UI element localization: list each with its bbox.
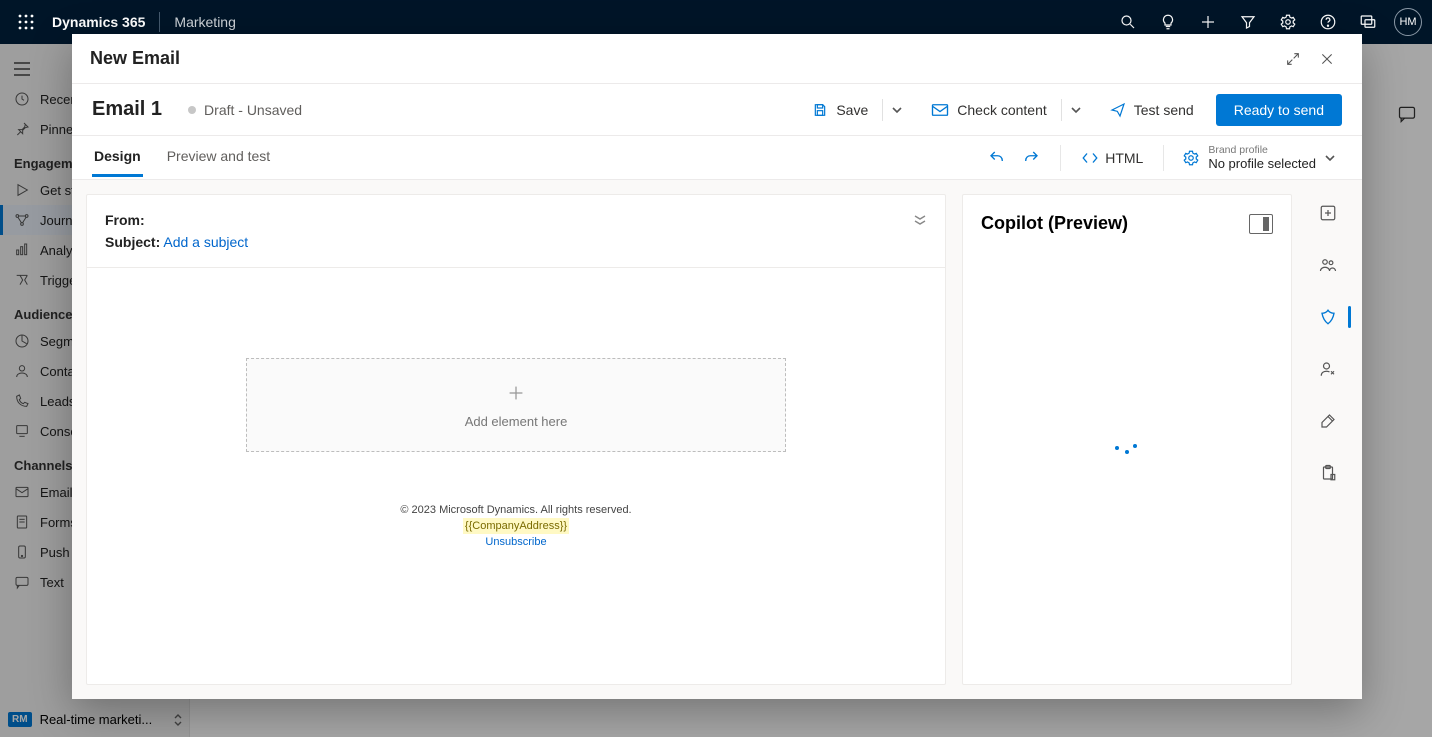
send-icon xyxy=(1110,102,1126,118)
app-name[interactable]: Dynamics 365 xyxy=(52,14,145,30)
modal-title: New Email xyxy=(90,48,1276,69)
add-subject-link[interactable]: Add a subject xyxy=(163,234,248,250)
editor-toolbar: Email 1 Draft - Unsaved Save Check conte… xyxy=(72,84,1362,136)
expand-header-icon[interactable] xyxy=(913,213,927,227)
footer-copyright: © 2023 Microsoft Dynamics. All rights re… xyxy=(400,502,631,518)
from-label: From: xyxy=(105,212,145,228)
rail-copilot-icon[interactable] xyxy=(1313,302,1343,332)
copilot-body xyxy=(981,234,1273,666)
email-name[interactable]: Email 1 xyxy=(92,98,162,121)
status-text: Draft - Unsaved xyxy=(204,102,302,118)
divider xyxy=(1061,99,1062,121)
app-launcher-icon[interactable] xyxy=(10,6,42,38)
brand-label: No profile selected xyxy=(1208,156,1316,171)
mail-check-icon xyxy=(931,102,949,118)
add-element-dropzone[interactable]: Add element here xyxy=(246,358,786,452)
save-label: Save xyxy=(836,102,868,118)
brand-profile-selector[interactable]: Brand profile No profile selected xyxy=(1176,144,1342,171)
email-footer: © 2023 Microsoft Dynamics. All rights re… xyxy=(400,502,631,550)
brand-label-small: Brand profile xyxy=(1208,144,1316,156)
dropzone-label: Add element here xyxy=(465,414,568,429)
sub-toolbar: Design Preview and test HTML Brand profi… xyxy=(72,136,1362,180)
save-icon xyxy=(812,102,828,118)
html-label: HTML xyxy=(1105,150,1143,166)
testsend-label: Test send xyxy=(1134,102,1194,118)
html-button[interactable]: HTML xyxy=(1073,146,1151,170)
rail-clipboard-icon[interactable] xyxy=(1313,458,1343,488)
rail-personalize-icon[interactable] xyxy=(1313,354,1343,384)
save-dropdown[interactable] xyxy=(887,100,907,120)
copilot-panel: Copilot (Preview) xyxy=(962,194,1292,685)
chevron-down-icon xyxy=(1324,152,1336,164)
redo-icon[interactable] xyxy=(1014,141,1048,175)
save-button[interactable]: Save xyxy=(802,96,878,124)
expand-icon[interactable] xyxy=(1276,42,1310,76)
subject-label: Subject: xyxy=(105,234,160,250)
collapse-panel-icon[interactable] xyxy=(1249,214,1273,234)
check-dropdown[interactable] xyxy=(1066,100,1086,120)
ready-to-send-button[interactable]: Ready to send xyxy=(1216,94,1342,126)
loading-spinner-icon xyxy=(1113,444,1141,456)
status-dot xyxy=(188,106,196,114)
gear-icon xyxy=(1182,149,1200,167)
unsubscribe-link[interactable]: Unsubscribe xyxy=(485,536,546,548)
modal-header: New Email xyxy=(72,34,1362,84)
test-send-button[interactable]: Test send xyxy=(1100,96,1204,124)
user-avatar[interactable]: HM xyxy=(1394,8,1422,36)
rail-people-icon[interactable] xyxy=(1313,250,1343,280)
rail-theme-icon[interactable] xyxy=(1313,406,1343,436)
right-tool-rail xyxy=(1308,194,1348,685)
new-email-modal: New Email Email 1 Draft - Unsaved Save C… xyxy=(72,34,1362,699)
tab-design[interactable]: Design xyxy=(92,138,143,177)
divider xyxy=(882,99,883,121)
module-name[interactable]: Marketing xyxy=(174,14,235,30)
check-label: Check content xyxy=(957,102,1047,118)
company-address-token[interactable]: {{CompanyAddress}} xyxy=(463,518,569,534)
plus-icon xyxy=(505,382,527,404)
modal-body: From: Subject: Add a subject Add element… xyxy=(72,180,1362,699)
undo-icon[interactable] xyxy=(980,141,1014,175)
rail-add-icon[interactable] xyxy=(1313,198,1343,228)
copilot-title: Copilot (Preview) xyxy=(981,213,1128,234)
tab-preview[interactable]: Preview and test xyxy=(165,138,273,177)
divider xyxy=(159,12,160,32)
code-icon xyxy=(1081,150,1099,166)
close-icon[interactable] xyxy=(1310,42,1344,76)
email-header-block[interactable]: From: Subject: Add a subject xyxy=(87,195,945,268)
canvas-body: Add element here © 2023 Microsoft Dynami… xyxy=(87,268,945,684)
check-content-button[interactable]: Check content xyxy=(921,96,1057,124)
email-canvas: From: Subject: Add a subject Add element… xyxy=(86,194,946,685)
